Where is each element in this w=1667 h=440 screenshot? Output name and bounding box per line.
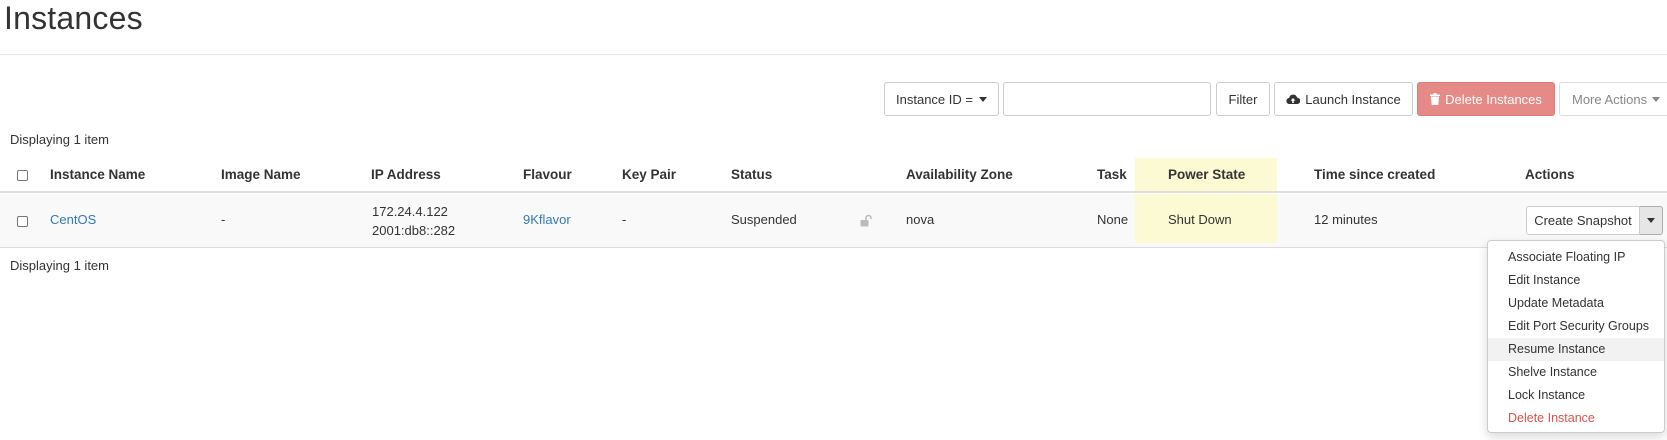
menu-item-resume-instance[interactable]: Resume Instance: [1488, 338, 1664, 361]
time-since-created-cell: 12 minutes: [1314, 212, 1378, 227]
create-snapshot-button[interactable]: Create Snapshot: [1526, 206, 1640, 235]
menu-item-edit-instance[interactable]: Edit Instance: [1488, 269, 1664, 292]
availability-zone-cell: nova: [906, 212, 935, 227]
menu-item-associate-floating-ip[interactable]: Associate Floating IP: [1488, 246, 1664, 269]
row-select-checkbox[interactable]: [17, 216, 28, 227]
image-name-cell: -: [221, 212, 226, 227]
column-header-status[interactable]: Status: [731, 167, 772, 182]
ip-address-cell: 172.24.4.122 2001:db8::282: [372, 202, 455, 240]
column-header-flavour[interactable]: Flavour: [523, 167, 572, 182]
table-row: CentOS - 172.24.4.122 2001:db8::282 9Kfl…: [0, 194, 1667, 248]
unlocked-padlock-icon: [860, 214, 872, 227]
title-divider: [0, 54, 1667, 55]
delete-instances-button[interactable]: Delete Instances: [1417, 82, 1555, 116]
column-header-actions: Actions: [1525, 167, 1575, 182]
ipv6-address: 2001:db8::282: [372, 223, 456, 238]
delete-instances-label: Delete Instances: [1445, 91, 1542, 107]
item-count-bottom: Displaying 1 item: [10, 258, 109, 273]
task-cell: None: [1097, 212, 1129, 227]
ipv4-address: 172.24.4.122: [372, 204, 448, 219]
trash-icon: [1430, 93, 1441, 105]
caret-down-icon: [978, 96, 987, 102]
more-actions-label: More Actions: [1572, 91, 1648, 107]
column-header-availability-zone[interactable]: Availability Zone: [906, 167, 1013, 182]
column-header-time-since-created[interactable]: Time since created: [1314, 167, 1435, 182]
launch-instance-button[interactable]: Launch Instance: [1274, 82, 1413, 116]
menu-item-edit-port-security-groups[interactable]: Edit Port Security Groups: [1488, 315, 1664, 338]
key-pair-cell: -: [622, 212, 627, 227]
filter-field-label: Instance ID =: [896, 91, 973, 107]
column-header-image-name[interactable]: Image Name: [221, 167, 301, 182]
item-count-top: Displaying 1 item: [10, 132, 109, 147]
more-actions-button[interactable]: More Actions: [1559, 82, 1667, 116]
filter-field-select[interactable]: Instance ID =: [884, 82, 999, 116]
select-all-checkbox[interactable]: [17, 170, 28, 181]
cloud-upload-icon: [1286, 94, 1301, 105]
menu-item-shelve-instance[interactable]: Shelve Instance: [1488, 361, 1664, 384]
page-title: Instances: [4, 0, 143, 36]
table-toolbar: Instance ID = Filter Launch Instance Del…: [0, 82, 1667, 116]
menu-item-lock-instance[interactable]: Lock Instance: [1488, 384, 1664, 407]
menu-item-update-metadata[interactable]: Update Metadata: [1488, 292, 1664, 315]
flavour-link[interactable]: 9Kflavor: [523, 212, 571, 227]
filter-button[interactable]: Filter: [1216, 82, 1270, 116]
column-header-task[interactable]: Task: [1097, 167, 1127, 182]
column-header-key-pair[interactable]: Key Pair: [622, 167, 676, 182]
menu-item-delete-instance[interactable]: Delete Instance: [1488, 407, 1664, 430]
column-header-instance-name[interactable]: Instance Name: [50, 167, 145, 182]
row-actions-split-button: Create Snapshot: [1526, 206, 1663, 235]
instance-name-link[interactable]: CentOS: [50, 212, 96, 227]
row-actions-menu: Associate Floating IP Edit Instance Upda…: [1487, 240, 1665, 433]
column-header-ip-address[interactable]: IP Address: [371, 167, 441, 182]
filter-input[interactable]: [1003, 82, 1211, 116]
caret-down-icon: [1652, 96, 1661, 102]
power-state-cell: Shut Down: [1168, 212, 1232, 227]
row-actions-dropdown-toggle[interactable]: [1640, 206, 1663, 235]
status-cell: Suspended: [731, 212, 797, 227]
launch-instance-label: Launch Instance: [1305, 91, 1401, 107]
table-header: Instance Name Image Name IP Address Flav…: [0, 158, 1667, 193]
column-header-power-state[interactable]: Power State: [1168, 167, 1245, 182]
caret-down-icon: [1647, 218, 1655, 223]
